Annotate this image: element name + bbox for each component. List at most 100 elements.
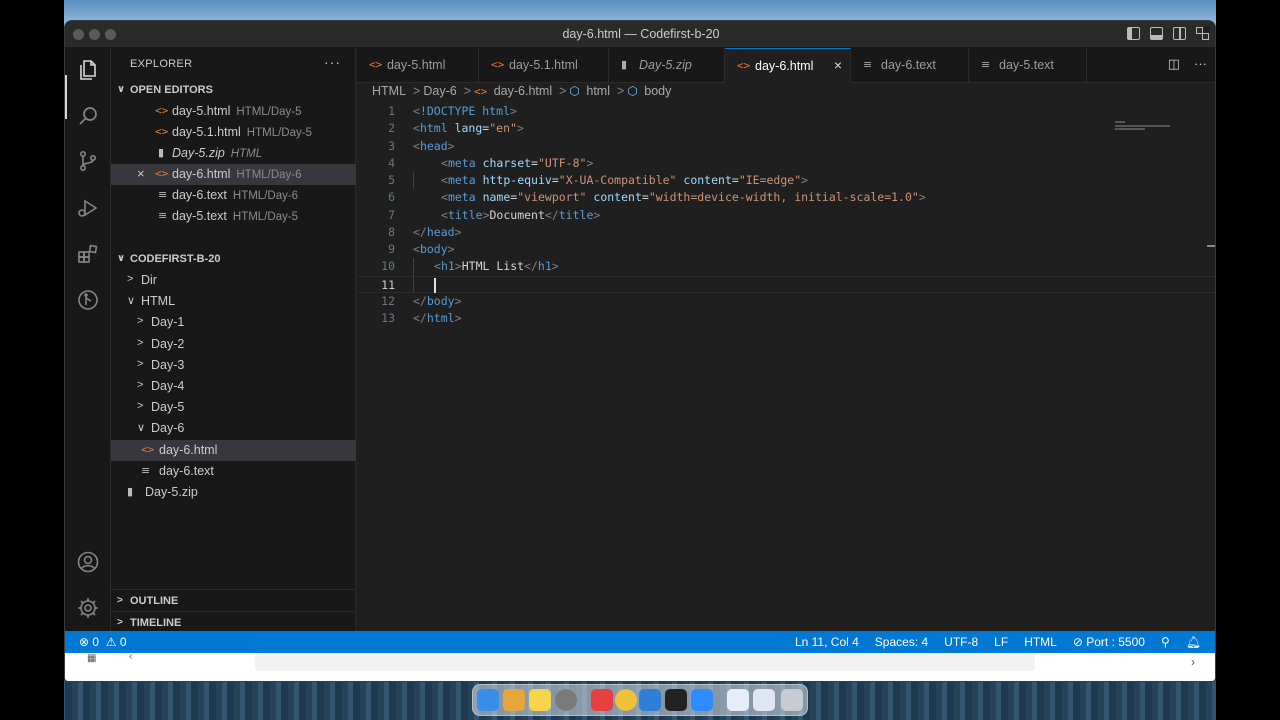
editor-tab[interactable]: <> day-6.html × — [725, 48, 851, 83]
code-line[interactable]: 3 <head> — [357, 138, 1215, 155]
toggle-secondary-sidebar-icon[interactable] — [1173, 27, 1186, 40]
editor-tab[interactable]: <> day-5.1.html — [479, 48, 609, 83]
breadcrumb-item[interactable]: body — [644, 84, 671, 98]
tree-item[interactable]: > Day-1 — [111, 312, 356, 333]
more-actions-icon[interactable]: ··· — [1194, 56, 1207, 72]
tree-item[interactable]: ▮ Day-5.zip — [111, 482, 356, 503]
problems-status[interactable]: ⊗ 0 ⚠ 0 — [79, 635, 127, 649]
screenshot-icon[interactable] — [727, 689, 749, 711]
tree-item[interactable]: > Day-5 — [111, 397, 356, 418]
extensions-icon[interactable] — [76, 242, 100, 266]
tree-item[interactable]: > Day-3 — [111, 355, 356, 376]
scrollbar-marker[interactable] — [1207, 245, 1215, 247]
editor-tab[interactable]: ▮ Day-5.zip — [609, 48, 725, 83]
tree-item[interactable]: > Dir — [111, 270, 356, 291]
cursor-position[interactable]: Ln 11, Col 4 — [795, 635, 859, 649]
language-mode[interactable]: HTML — [1024, 635, 1057, 649]
code-line[interactable]: 4 <meta charset="UTF-8"> — [357, 155, 1215, 172]
account-icon[interactable] — [76, 550, 100, 574]
code-line[interactable]: 11 — [357, 275, 1215, 293]
line-number: 11 — [381, 277, 395, 292]
code-editor[interactable]: 1 <!DOCTYPE html> 2 <html lang="en"> 3 <head>… — [357, 103, 1215, 631]
code-line[interactable]: 2 <html lang="en"> — [357, 120, 1215, 137]
code-text: </html> — [413, 311, 462, 325]
breadcrumb-item[interactable]: html — [586, 84, 610, 98]
open-editor-item[interactable]: <> day-5.1.html HTML/Day-5 — [111, 122, 356, 143]
code-line[interactable]: 10 <h1>HTML List</h1> — [357, 258, 1215, 275]
tree-item-label: Day-3 — [151, 357, 185, 372]
breadcrumb-item[interactable]: day-6.html — [494, 84, 552, 98]
settings-icon[interactable] — [555, 689, 577, 711]
tree-item[interactable]: ∨ HTML — [111, 291, 356, 312]
open-editor-item[interactable]: ▮ Day-5.zip HTML — [111, 143, 356, 164]
eol-status[interactable]: LF — [994, 635, 1008, 649]
finder-icon[interactable] — [477, 689, 499, 711]
notes-icon[interactable] — [529, 689, 551, 711]
close-icon[interactable]: × — [137, 166, 145, 181]
tree-item[interactable]: ≡ day-6.text — [111, 461, 356, 482]
git-graph-icon[interactable] — [76, 288, 100, 312]
tree-item[interactable]: > Day-4 — [111, 376, 356, 397]
code-line[interactable]: 5 <meta http-equiv="X-UA-Compatible" cont… — [357, 172, 1215, 189]
code-line[interactable]: 12 </body> — [357, 293, 1215, 310]
code-line[interactable]: 13 </html> — [357, 310, 1215, 327]
live-server-port[interactable]: ⊘ Port : 5500 — [1073, 635, 1145, 649]
open-editors-section[interactable]: ∨ OPEN EDITORS — [111, 81, 356, 101]
html-file-icon: <> — [491, 58, 505, 71]
files-icon[interactable] — [76, 58, 100, 82]
more-actions-icon[interactable]: ··· — [324, 54, 341, 70]
trash-icon[interactable] — [781, 689, 803, 711]
breadcrumb-item[interactable]: HTML — [372, 84, 406, 98]
window-icon[interactable] — [753, 689, 775, 711]
source-control-icon[interactable] — [76, 149, 100, 173]
code-line[interactable]: 9 <body> — [357, 241, 1215, 258]
editor-tab[interactable]: ≡ day-5.text — [969, 48, 1087, 83]
open-editor-item[interactable]: <> day-5.html HTML/Day-5 — [111, 101, 356, 122]
code-line[interactable]: 6 <meta name="viewport" content="width=de… — [357, 189, 1215, 206]
code-text: <body> — [413, 242, 455, 256]
feedback-icon[interactable]: ⚲ — [1161, 635, 1170, 649]
line-number: 5 — [388, 173, 395, 187]
tab-label: day-5.1.html — [509, 58, 578, 72]
open-editor-item[interactable]: ≡ day-5.text HTML/Day-5 — [111, 206, 356, 227]
port-icon: ⊘ — [1072, 635, 1087, 649]
toggle-panel-icon[interactable] — [1150, 27, 1163, 40]
editor-tab[interactable]: ≡ day-6.text — [851, 48, 969, 83]
close-icon[interactable]: × — [834, 57, 842, 73]
customize-layout-icon[interactable] — [1196, 27, 1209, 40]
code-line[interactable]: 7 <title>Document</title> — [357, 207, 1215, 224]
tab-label: day-6.html — [755, 59, 814, 73]
gear-icon[interactable] — [76, 596, 100, 620]
outline-section[interactable]: > OUTLINE — [111, 589, 356, 609]
minimap[interactable] — [1115, 121, 1205, 141]
tree-item-label: HTML — [141, 294, 176, 309]
encoding-status[interactable]: UTF-8 — [944, 635, 978, 649]
chrome-icon[interactable] — [615, 689, 637, 711]
tree-item[interactable]: <> day-6.html — [111, 439, 356, 461]
text-file-icon: ≡ — [981, 58, 991, 71]
timeline-section[interactable]: > TIMELINE — [111, 611, 356, 631]
search-icon[interactable] — [76, 104, 100, 128]
workspace-section[interactable]: ∨ CODEFIRST-B-20 — [111, 250, 356, 270]
run-debug-icon[interactable] — [76, 196, 100, 220]
breadcrumb-item[interactable]: Day-6 — [423, 84, 456, 98]
editor-tab[interactable]: <> day-5.html — [357, 48, 479, 83]
code-line[interactable]: 8 </head> — [357, 224, 1215, 241]
indentation-status[interactable]: Spaces: 4 — [875, 635, 928, 649]
underlying-window-strip: ▦ ‹ › — [65, 651, 1215, 681]
open-editor-item[interactable]: × <> day-6.html HTML/Day-6 — [111, 164, 356, 185]
open-editor-item[interactable]: ≡ day-6.text HTML/Day-6 — [111, 185, 356, 206]
terminal-icon[interactable] — [665, 689, 687, 711]
split-editor-icon[interactable]: ◫ — [1168, 56, 1180, 72]
vscode-icon[interactable] — [639, 689, 661, 711]
code-line[interactable]: 1 <!DOCTYPE html> — [357, 103, 1215, 120]
bell-icon[interactable]: 🔔︎ — [1186, 635, 1201, 649]
line-number: 7 — [388, 207, 395, 222]
tree-item[interactable]: > Day-2 — [111, 334, 356, 355]
zoom-icon[interactable] — [691, 689, 713, 711]
app-icon[interactable] — [591, 689, 613, 711]
toggle-primary-sidebar-icon[interactable] — [1127, 27, 1140, 40]
window-title: day-6.html — Codefirst-b-20 — [562, 27, 720, 41]
launchpad-icon[interactable] — [503, 689, 525, 711]
tree-item[interactable]: ∨ Day-6 — [111, 418, 356, 439]
